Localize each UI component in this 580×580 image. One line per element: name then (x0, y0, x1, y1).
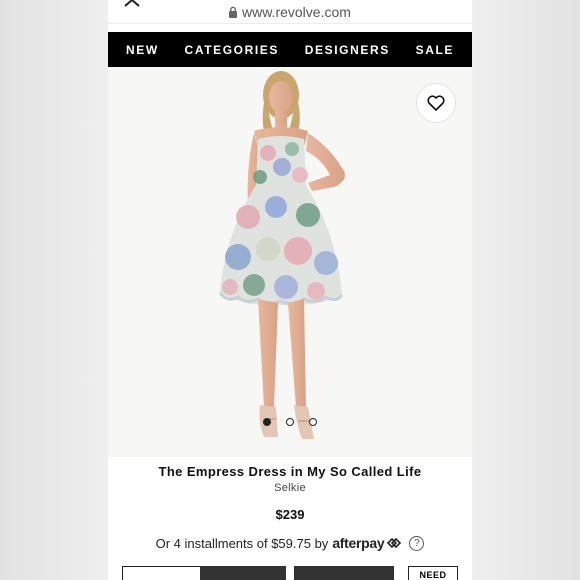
wishlist-button[interactable] (416, 83, 456, 123)
background-right (472, 0, 580, 580)
product-brand[interactable]: Selkie (108, 482, 472, 494)
carousel-dot-1[interactable] (263, 418, 271, 426)
nav-item-new[interactable]: NEW (126, 43, 159, 57)
url-display[interactable]: www.revolve.com (228, 4, 351, 20)
carousel-dot-3[interactable] (309, 418, 317, 426)
help-icon[interactable]: ? (409, 535, 425, 551)
installments-text: Or 4 installments of $59.75 by (155, 535, 329, 551)
carousel-indicator (108, 418, 472, 426)
bottom-actions: NEED (122, 566, 458, 580)
nav-item-designers[interactable]: DESIGNERS (305, 43, 390, 57)
afterpay-logo: afterpay (332, 535, 402, 551)
buy-now-button[interactable] (294, 566, 394, 580)
nav-item-categories[interactable]: CATEGORIES (185, 43, 279, 57)
afterpay-label: afterpay (332, 535, 385, 551)
phone-screen: www.revolve.com NEW CATEGORIES DESIGNERS… (108, 0, 472, 580)
close-icon[interactable] (122, 0, 146, 8)
installments-info: Or 4 installments of $59.75 by afterpay … (108, 535, 472, 551)
main-nav: NEW CATEGORIES DESIGNERS SALE (108, 32, 472, 67)
model-in-floral-dress (218, 71, 345, 439)
add-to-bag-button[interactable] (200, 566, 286, 580)
size-selector-button[interactable] (122, 566, 202, 580)
nav-item-sale[interactable]: SALE (416, 43, 454, 57)
carousel-dot-2[interactable] (286, 418, 294, 426)
product-price: $239 (275, 507, 305, 522)
heart-icon (427, 95, 445, 111)
url-text: www.revolve.com (242, 4, 351, 20)
afterpay-arrows-icon (387, 537, 402, 549)
product-title: The Empress Dress in My So Called Life (158, 464, 422, 479)
background-left (0, 0, 108, 580)
lock-icon (229, 6, 237, 18)
product-image[interactable] (108, 67, 472, 457)
need-help-button[interactable]: NEED (408, 566, 458, 580)
browser-url-bar: www.revolve.com (108, 0, 472, 24)
